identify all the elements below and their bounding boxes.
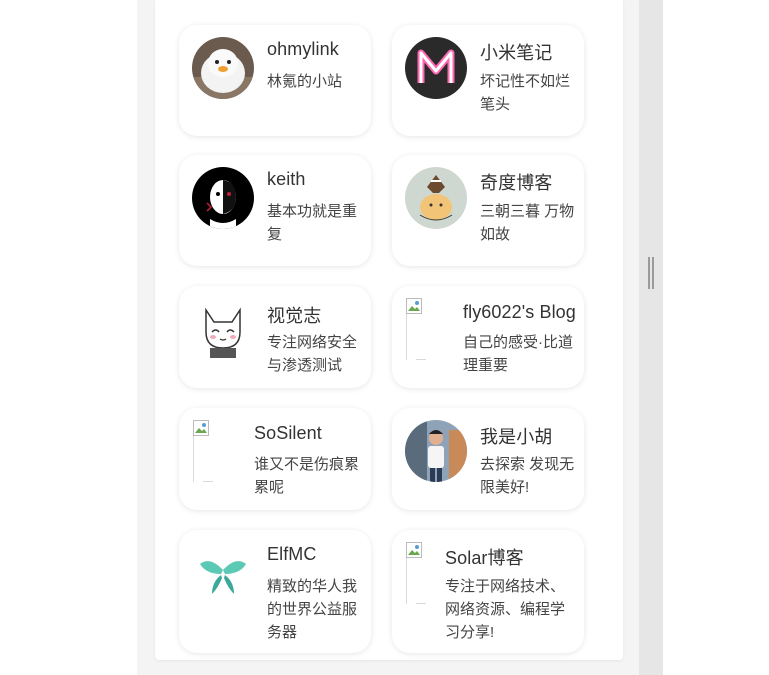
photo-avatar — [405, 420, 467, 482]
link-card-keith[interactable]: keith 基本功就是重复 — [179, 155, 371, 266]
link-desc: 三朝三暮 万物如故 — [480, 203, 575, 243]
letter-m-avatar — [405, 37, 467, 99]
link-name: keith — [267, 169, 306, 189]
link-desc: 坏记性不如烂笔头 — [480, 73, 571, 113]
link-name: SoSilent — [254, 423, 322, 443]
link-name: ohmylink — [267, 39, 339, 59]
link-name: 视觉志 — [267, 306, 322, 326]
broken-image-icon — [406, 542, 426, 604]
face-avatar — [192, 167, 254, 229]
link-name: 我是小胡 — [480, 427, 553, 447]
cartoon-avatar — [405, 167, 467, 229]
link-desc: 基本功就是重复 — [267, 203, 358, 243]
link-name: Solar博客 — [445, 548, 524, 568]
link-name: ElfMC — [267, 544, 317, 564]
link-card-sosilent[interactable]: SoSilent 谁又不是伤痕累累呢 — [179, 408, 371, 510]
link-card-xiaomi-notes[interactable]: 小米笔记 坏记性不如烂笔头 — [392, 25, 584, 136]
link-card-solar-blog[interactable]: Solar博客 专注于网络技术、网络资源、编程学习分享! — [392, 530, 584, 653]
left-margin — [0, 0, 138, 675]
link-card-fly6022[interactable]: fly6022's Blog 自己的感受·比道理重要 — [392, 286, 584, 388]
link-card-qidu-blog[interactable]: 奇度博客 三朝三暮 万物如故 — [392, 155, 584, 266]
link-card-ohmylink[interactable]: ohmylink 林氪的小站 — [179, 25, 371, 136]
right-margin — [663, 0, 769, 675]
link-name: 小米笔记 — [480, 43, 553, 63]
link-desc: 专注网络安全与渗透测试 — [267, 334, 358, 374]
broken-image-icon — [406, 298, 426, 360]
link-name: fly6022's Blog — [463, 302, 576, 322]
scrollbar-grip-icon[interactable] — [648, 257, 654, 289]
vertical-scrollbar[interactable] — [639, 0, 663, 675]
friend-links-panel: ohmylink 林氪的小站 小米笔记 坏记性不如烂笔头 keith 基本功就是… — [155, 0, 623, 660]
link-card-elfmc[interactable]: ElfMC 精致的华人我的世界公益服务器 — [179, 530, 371, 653]
broken-image-icon — [193, 420, 213, 482]
butterfly-avatar — [192, 542, 254, 604]
link-desc: 专注于网络技术、网络资源、编程学习分享! — [445, 578, 566, 641]
link-desc: 自己的感受·比道理重要 — [463, 334, 573, 374]
link-desc: 去探索 发现无限美好! — [480, 456, 575, 496]
link-desc: 精致的华人我的世界公益服务器 — [267, 578, 358, 641]
cat-avatar — [192, 298, 254, 360]
duck-avatar — [192, 37, 254, 99]
link-card-woshixiaohu[interactable]: 我是小胡 去探索 发现无限美好! — [392, 408, 584, 510]
link-desc: 林氪的小站 — [267, 73, 343, 90]
link-name: 奇度博客 — [480, 173, 553, 193]
link-desc: 谁又不是伤痕累累呢 — [254, 456, 360, 496]
link-card-shijuezhi[interactable]: 视觉志 专注网络安全与渗透测试 — [179, 286, 371, 388]
